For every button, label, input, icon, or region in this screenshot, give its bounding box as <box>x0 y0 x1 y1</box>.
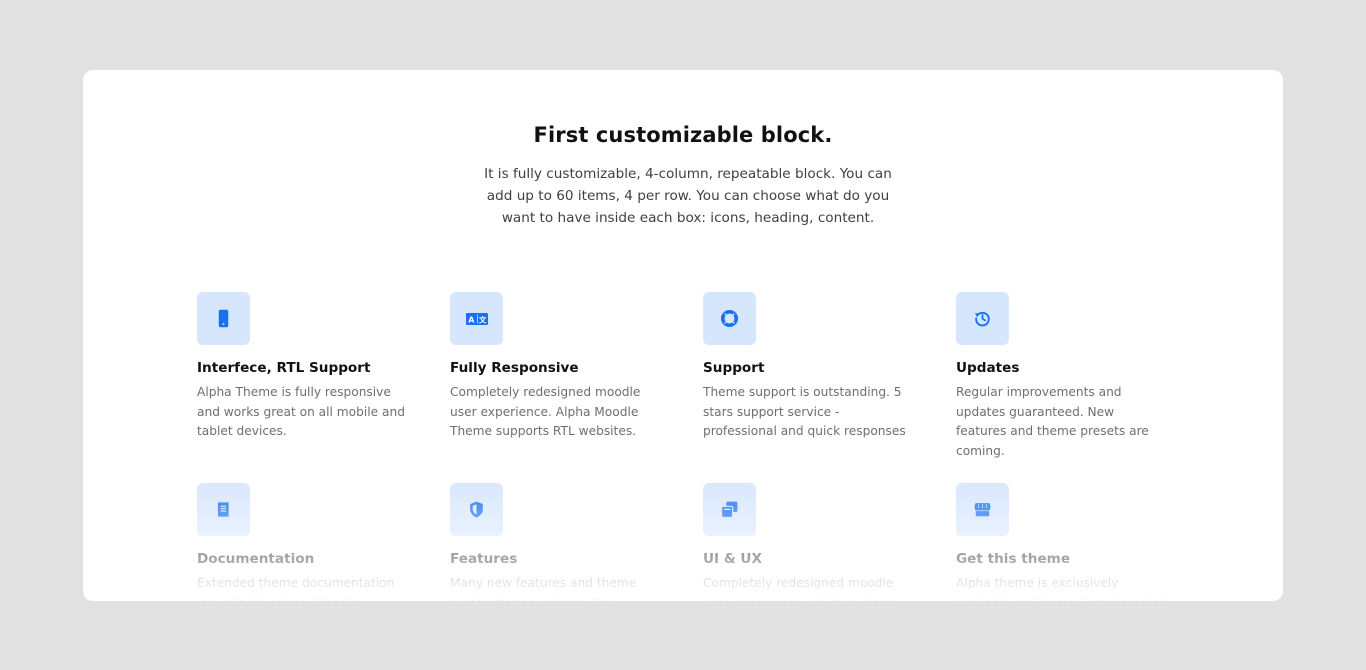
store-icon <box>956 483 1009 536</box>
feature-text: Regular improvements and updates guarant… <box>956 385 1149 458</box>
feature-text: Alpha theme is exclusively available on … <box>956 576 1164 601</box>
history-icon <box>956 292 1009 345</box>
mobile-icon <box>197 292 250 345</box>
feature-item-responsive: A 文 Fully Responsive Completely redesign… <box>450 292 660 442</box>
book-icon <box>197 483 250 536</box>
feature-title: Support <box>703 360 765 376</box>
windows-icon <box>703 483 756 536</box>
feature-item-updates: Updates Regular improvements and updates… <box>956 292 1166 461</box>
translate-icon: A 文 <box>450 292 503 345</box>
feature-title: Get this theme <box>956 551 1071 567</box>
feature-title: Features <box>450 551 518 567</box>
feature-text: Alpha Theme is fully responsive and work… <box>197 385 405 438</box>
feature-title: Documentation <box>197 551 315 567</box>
feature-title: Updates <box>956 360 1020 376</box>
feature-item-documentation: Documentation Extended theme documentati… <box>197 483 407 601</box>
feature-item-features: Features Many new features and theme cus… <box>450 483 660 601</box>
feature-title: Fully Responsive <box>450 360 579 376</box>
feature-title: Interfece, RTL Support <box>197 360 371 376</box>
feature-item-get-theme: Get this theme Alpha theme is exclusivel… <box>956 483 1166 601</box>
lifebuoy-icon <box>703 292 756 345</box>
shield-icon <box>450 483 503 536</box>
svg-text:A: A <box>468 315 475 324</box>
feature-item-ui-ux: UI & UX Completely redesigned moodle use… <box>703 483 913 601</box>
feature-text: Theme support is outstanding. 5 stars su… <box>703 385 906 438</box>
section-title: First customizable block. <box>533 123 833 147</box>
svg-text:文: 文 <box>478 314 486 324</box>
feature-item-support: Support Theme support is outstanding. 5 … <box>703 292 913 442</box>
feature-text: Completely redesigned moodle user experi… <box>450 385 641 438</box>
feature-text: Many new features and theme customizatio… <box>450 576 637 601</box>
feature-title: UI & UX <box>703 551 762 567</box>
feature-item-interface: Interfece, RTL Support Alpha Theme is fu… <box>197 292 407 442</box>
feature-block-card: First customizable block. It is fully cu… <box>83 70 1283 601</box>
feature-text: Completely redesigned moodle user experi… <box>703 576 895 601</box>
feature-text: Extended theme documentation is availabl… <box>197 576 395 601</box>
section-subtitle: It is fully customizable, 4-column, repe… <box>484 166 892 226</box>
